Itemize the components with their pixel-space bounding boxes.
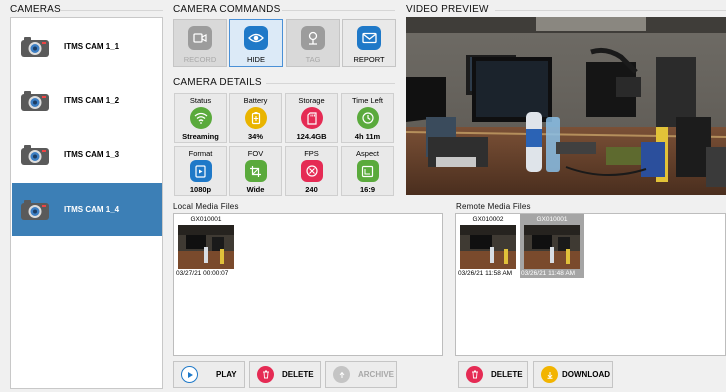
camera-list[interactable]: ITMS CAM 1_1 ITMS CAM 1_2 ITMS CAM 1_3 I… [10,17,163,389]
tag-label: TAG [305,55,321,64]
camera-icon [20,144,50,166]
play-icon [181,366,198,383]
clock-icon [356,107,379,129]
play-label: PLAY [216,370,237,379]
camera-label: ITMS CAM 1_2 [64,96,120,105]
eye-icon [244,26,268,50]
aspect-icon [356,160,379,182]
archive-upload-icon [333,366,350,383]
detail-heading: Format [188,149,213,158]
camera-item-2[interactable]: ITMS CAM 1_2 [12,74,162,127]
detail-heading: Battery [243,96,268,105]
camera-item-4[interactable]: ITMS CAM 1_4 [12,183,162,236]
detail-fov: FOV Wide [229,146,282,196]
detail-fps: FPS 240 [285,146,338,196]
speed-icon [300,160,323,182]
detail-battery: Battery 34% [229,93,282,143]
envelope-icon [357,26,381,50]
video-preview [406,17,726,195]
remote-media-title: Remote Media Files [456,202,531,211]
detail-heading: Storage [298,96,325,105]
camera-label: ITMS CAM 1_1 [64,42,120,51]
report-label: REPORT [353,55,385,64]
video-camera-icon [188,26,212,50]
commands-title-divider [282,10,395,11]
remote-file-thumbnail[interactable] [524,225,580,269]
detail-value: 240 [305,185,318,194]
wifi-icon [189,107,212,129]
camera-label: ITMS CAM 1_3 [64,150,120,159]
play-button[interactable]: PLAY [173,361,245,388]
film-icon [189,160,212,182]
camera-icon [20,90,50,112]
detail-heading: Status [189,96,212,105]
delete-remote-label: DELETE [491,370,523,379]
crop-icon [244,160,267,182]
trash-icon [466,366,483,383]
download-label: DOWNLOAD [562,370,610,379]
local-file-thumbnail[interactable] [178,225,234,269]
remote-file-date: 03/26/21 11:48 AM [521,270,576,277]
detail-status: Status Streaming [174,93,227,143]
trash-icon [257,366,274,383]
archive-label: ARCHIVE [358,370,395,379]
remote-file-date: 03/26/21 11:58 AM [458,270,513,277]
remote-media-list[interactable]: GX010002 03/26/21 11:58 AM GX010001 03/2… [455,213,726,356]
detail-aspect: Aspect 16:9 [341,146,394,196]
preview-title-divider [495,10,726,11]
record-button[interactable]: RECORD [173,19,227,67]
camera-icon [20,199,50,221]
cameras-title: CAMERAS [10,4,61,15]
delete-local-label: DELETE [282,370,314,379]
battery-icon [244,107,267,129]
remote-file-name: GX010002 [472,216,504,223]
remote-file-name: GX010001 [536,216,568,223]
detail-value: Wide [246,185,265,194]
commands-title: CAMERA COMMANDS [173,4,281,15]
tag-button[interactable]: TAG [286,19,340,67]
sd-card-icon [300,107,323,129]
detail-value: 16:9 [359,185,375,194]
detail-value: 1080p [189,185,212,194]
detail-value: 124.4GB [296,132,327,141]
camera-icon [20,36,50,58]
details-title: CAMERA DETAILS [173,77,262,88]
camera-item-3[interactable]: ITMS CAM 1_3 [12,128,162,181]
hide-button[interactable]: HIDE [229,19,283,67]
cameras-title-divider [60,10,163,11]
detail-format: Format 1080p [174,146,227,196]
archive-button[interactable]: ARCHIVE [325,361,397,388]
detail-heading: Aspect [356,149,379,158]
delete-remote-button[interactable]: DELETE [458,361,528,388]
detail-time-left: Time Left 4h 11m [341,93,394,143]
detail-value: 4h 11m [354,132,381,141]
local-file-date: 03/27/21 00:00:07 [176,270,229,277]
details-title-divider [266,83,395,84]
local-media-title: Local Media Files [173,202,239,211]
detail-value: Streaming [182,132,219,141]
local-file-name: GX010001 [190,216,222,223]
tag-pin-icon [301,26,325,50]
local-media-list[interactable]: GX010001 03/27/21 00:00:07 [173,213,443,356]
download-icon [541,366,558,383]
camera-item-1[interactable]: ITMS CAM 1_1 [12,20,162,73]
hide-label: HIDE [247,55,265,64]
remote-file-thumbnail[interactable] [460,225,516,269]
record-label: RECORD [183,55,217,64]
download-button[interactable]: DOWNLOAD [533,361,613,388]
detail-heading: FPS [304,149,319,158]
detail-heading: FOV [247,149,264,158]
preview-title: VIDEO PREVIEW [406,4,489,15]
detail-value: 34% [247,132,263,141]
detail-storage: Storage 124.4GB [285,93,338,143]
detail-heading: Time Left [352,96,383,105]
report-button[interactable]: REPORT [342,19,396,67]
camera-label: ITMS CAM 1_4 [64,205,120,214]
delete-local-button[interactable]: DELETE [249,361,321,388]
